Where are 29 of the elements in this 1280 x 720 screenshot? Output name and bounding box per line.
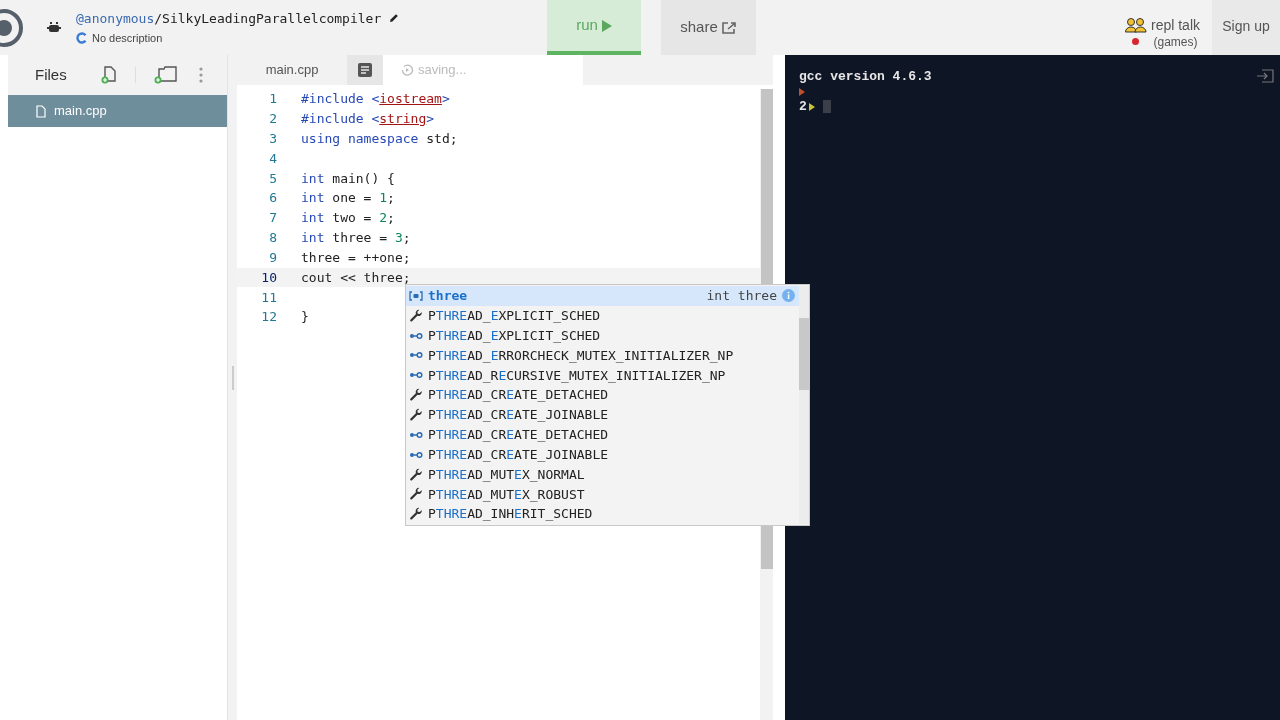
line-number: 4 bbox=[268, 149, 278, 168]
code-line: #include <string> bbox=[301, 110, 435, 128]
code-line: using namespace std; bbox=[301, 129, 458, 148]
files-title: Files bbox=[35, 64, 68, 85]
line-number: 1 bbox=[268, 90, 278, 109]
code-line: cout << three; bbox=[301, 268, 411, 287]
line-number: 12 bbox=[260, 308, 278, 327]
line-number: 3 bbox=[268, 129, 278, 148]
line-number: 10 bbox=[260, 268, 278, 287]
line-number: 6 bbox=[268, 189, 278, 208]
code-line: three = ++one; bbox=[301, 248, 411, 267]
code-line: int two = 2; bbox=[301, 209, 395, 228]
line-number: 8 bbox=[268, 229, 278, 248]
code-line: #include <iostream> bbox=[301, 90, 450, 109]
line-number: 11 bbox=[260, 288, 278, 307]
repl-name: /SilkyLeadingParallelcompiler bbox=[154, 9, 382, 28]
repl-talk-subtitle: (games) bbox=[1153, 34, 1198, 51]
saving-status: saving... bbox=[418, 61, 467, 80]
code-line: } bbox=[301, 308, 309, 327]
line-number: 5 bbox=[268, 169, 278, 188]
line-number: 7 bbox=[268, 209, 278, 228]
code-line: int one = 1; bbox=[301, 189, 395, 208]
suggestion-detail: int three bbox=[706, 287, 777, 306]
code-line: int main() { bbox=[301, 169, 395, 188]
line-number: 9 bbox=[268, 248, 278, 267]
code-line: int three = 3; bbox=[301, 229, 411, 248]
line-number: 2 bbox=[268, 110, 278, 128]
console-output: gcc version 4.6.3 bbox=[799, 67, 932, 86]
console-text: 2 bbox=[799, 97, 807, 116]
